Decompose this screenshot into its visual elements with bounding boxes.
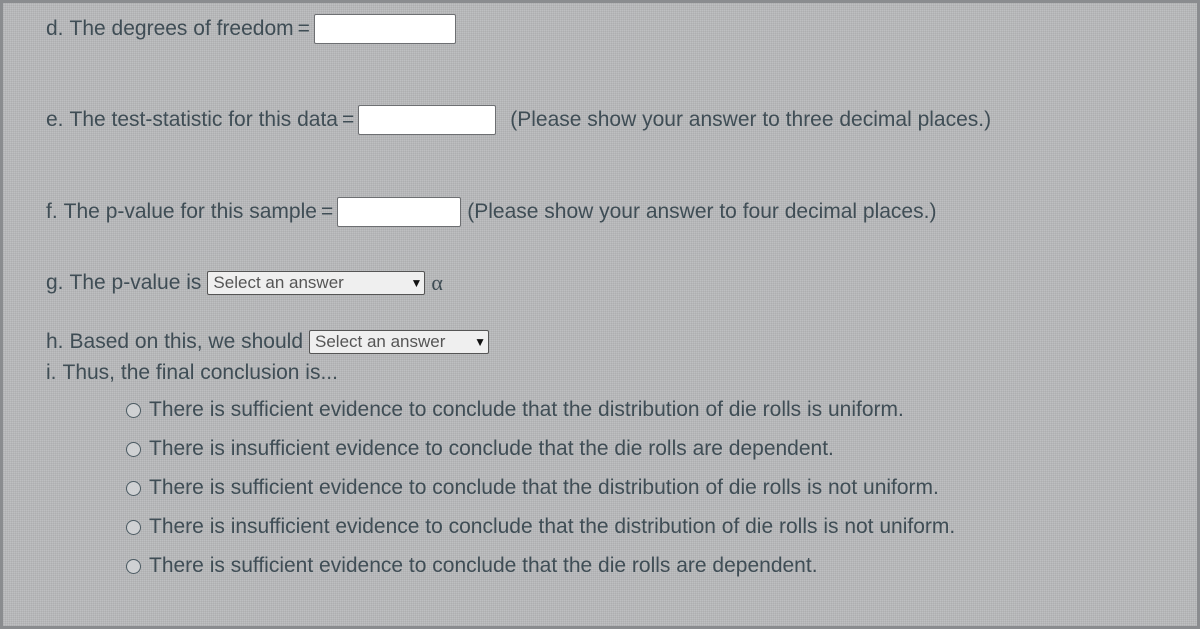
question-f: f. The p-value for this sample = (Please…	[46, 197, 936, 227]
question-g: g. The p-value is Select an answer ▼ α	[46, 270, 443, 296]
conclusion-option[interactable]: There is insufficient evidence to conclu…	[126, 437, 955, 461]
question-d-label: d.	[46, 17, 64, 41]
equals-sign: =	[342, 108, 354, 132]
select-placeholder: Select an answer	[315, 332, 445, 352]
conclusion-option-label: There is sufficient evidence to conclude…	[149, 398, 904, 422]
chevron-down-icon: ▼	[474, 335, 486, 349]
question-f-text: The p-value for this sample	[64, 200, 317, 224]
question-i-text: Thus, the final conclusion is...	[63, 361, 338, 385]
conclusion-option[interactable]: There is insufficient evidence to conclu…	[126, 515, 955, 539]
question-h-label: h.	[46, 330, 64, 354]
conclusion-option[interactable]: There is sufficient evidence to conclude…	[126, 398, 955, 422]
radio-icon	[126, 442, 141, 457]
question-g-text: The p-value is	[70, 271, 202, 295]
question-e: e. The test-statistic for this data = (P…	[46, 105, 991, 135]
question-f-hint: (Please show your answer to four decimal…	[467, 200, 936, 224]
question-e-label: e.	[46, 108, 64, 132]
question-d-text: The degrees of freedom	[70, 17, 294, 41]
radio-icon	[126, 559, 141, 574]
p-value-compare-select[interactable]: Select an answer ▼	[207, 271, 425, 295]
equals-sign: =	[298, 17, 310, 41]
test-statistic-input[interactable]	[358, 105, 496, 135]
question-i: i. Thus, the final conclusion is...	[46, 361, 338, 385]
question-h: h. Based on this, we should Select an an…	[46, 330, 489, 354]
question-i-label: i.	[46, 361, 57, 385]
question-f-label: f.	[46, 200, 58, 224]
radio-icon	[126, 403, 141, 418]
conclusion-option-label: There is insufficient evidence to conclu…	[149, 437, 834, 461]
question-g-label: g.	[46, 271, 64, 295]
degrees-of-freedom-input[interactable]	[314, 14, 456, 44]
equals-sign: =	[321, 200, 333, 224]
radio-icon	[126, 481, 141, 496]
alpha-symbol: α	[431, 270, 443, 296]
conclusion-option-label: There is sufficient evidence to conclude…	[149, 554, 818, 578]
conclusion-option-label: There is insufficient evidence to conclu…	[149, 515, 955, 539]
decision-select[interactable]: Select an answer ▼	[309, 330, 489, 354]
select-placeholder: Select an answer	[213, 273, 343, 293]
question-e-text: The test-statistic for this data	[70, 108, 338, 132]
conclusion-options: There is sufficient evidence to conclude…	[126, 398, 955, 593]
p-value-input[interactable]	[337, 197, 461, 227]
chevron-down-icon: ▼	[411, 276, 423, 290]
question-d: d. The degrees of freedom =	[46, 14, 456, 44]
question-h-text: Based on this, we should	[70, 330, 303, 354]
radio-icon	[126, 520, 141, 535]
question-e-hint: (Please show your answer to three decima…	[510, 108, 991, 132]
conclusion-option[interactable]: There is sufficient evidence to conclude…	[126, 554, 955, 578]
conclusion-option-label: There is sufficient evidence to conclude…	[149, 476, 939, 500]
conclusion-option[interactable]: There is sufficient evidence to conclude…	[126, 476, 955, 500]
